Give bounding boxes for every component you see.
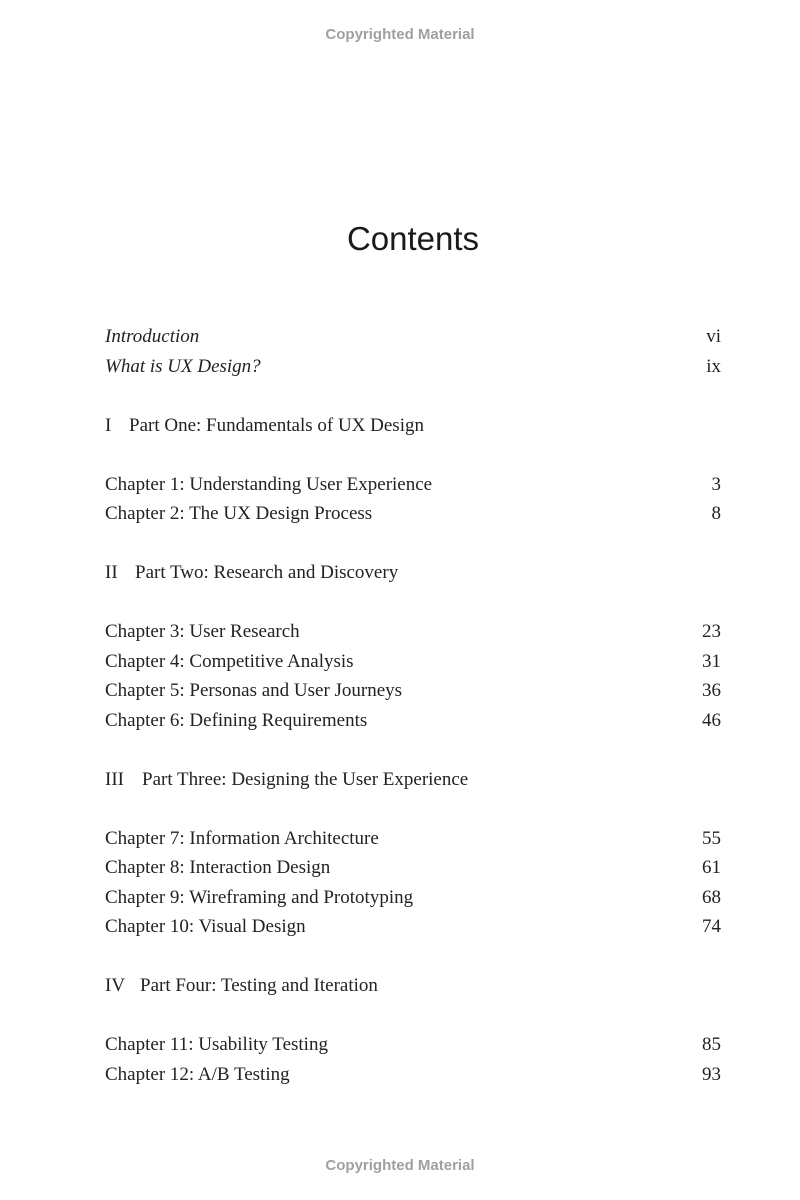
toc-entry-label: Introduction bbox=[105, 326, 200, 347]
toc-entry-label: Chapter 7: Information Architecture bbox=[105, 827, 379, 849]
copyright-watermark-bottom: Copyrighted Material bbox=[325, 1157, 475, 1174]
part-title: Part Two: Research and Discovery bbox=[135, 562, 399, 583]
toc-entry-page: ix bbox=[706, 355, 721, 377]
toc-entry-what-is-ux[interactable]: What is UX Design? ix bbox=[105, 352, 721, 382]
toc-entry-page: 23 bbox=[702, 621, 721, 642]
toc-entry-introduction[interactable]: Introduction vi bbox=[105, 322, 721, 352]
copyright-watermark-top: Copyrighted Material bbox=[325, 26, 475, 43]
toc-entry-page: 85 bbox=[702, 1034, 721, 1055]
toc-entry-label: Chapter 10: Visual Design bbox=[105, 916, 306, 937]
toc-entry-label: Chapter 4: Competitive Analysis bbox=[105, 650, 354, 672]
toc-entry-label: Chapter 6: Defining Requirements bbox=[105, 709, 368, 731]
toc-entry-label: Chapter 1: Understanding User Experience bbox=[105, 473, 433, 495]
toc-entry[interactable]: Chapter 10: Visual Design 74 bbox=[105, 912, 721, 942]
toc-entry-page: 8 bbox=[711, 503, 722, 524]
toc-entry[interactable]: Chapter 4: Competitive Analysis 31 bbox=[105, 647, 721, 677]
toc-entry[interactable]: Chapter 1: Understanding User Experience… bbox=[105, 470, 721, 500]
toc-entry[interactable]: Chapter 3: User Research 23 bbox=[105, 617, 721, 647]
toc-entry[interactable]: Chapter 6: Defining Requirements 46 bbox=[105, 706, 721, 736]
toc-entry-label: Chapter 12: A/B Testing bbox=[105, 1063, 290, 1085]
toc-entry-page: 46 bbox=[702, 709, 721, 731]
part-numeral: III bbox=[105, 768, 124, 790]
toc-entry[interactable]: Chapter 2: The UX Design Process 8 bbox=[105, 499, 721, 529]
toc-entry[interactable]: Chapter 12: A/B Testing 93 bbox=[105, 1060, 721, 1090]
toc-entry-page: 61 bbox=[702, 857, 721, 878]
toc-entry-page: vi bbox=[706, 326, 721, 347]
toc-entry[interactable]: Chapter 5: Personas and User Journeys 36 bbox=[105, 676, 721, 706]
toc-entry-page: 68 bbox=[702, 886, 721, 908]
toc-entry-page: 55 bbox=[702, 827, 721, 849]
part-numeral: IV bbox=[105, 975, 126, 996]
toc-entry[interactable]: Chapter 8: Interaction Design 61 bbox=[105, 853, 721, 883]
toc-entry-page: 31 bbox=[702, 650, 721, 672]
toc-entry-label: What is UX Design? bbox=[105, 355, 261, 377]
part-title: Part Four: Testing and Iteration bbox=[140, 975, 378, 996]
toc-part-heading[interactable]: I Part One: Fundamentals of UX Design bbox=[105, 411, 721, 441]
toc-part-heading[interactable]: II Part Two: Research and Discovery bbox=[105, 558, 721, 588]
toc-entry-label: Chapter 9: Wireframing and Prototyping bbox=[105, 886, 414, 908]
toc-part-heading[interactable]: IV Part Four: Testing and Iteration bbox=[105, 971, 721, 1001]
toc-entry[interactable]: Chapter 7: Information Architecture 55 bbox=[105, 824, 721, 854]
toc-entry[interactable]: Chapter 11: Usability Testing 85 bbox=[105, 1030, 721, 1060]
part-numeral: II bbox=[105, 562, 118, 583]
toc-entry-label: Chapter 3: User Research bbox=[105, 621, 300, 642]
page-title: Contents bbox=[346, 220, 480, 257]
part-title: Part One: Fundamentals of UX Design bbox=[129, 414, 424, 436]
toc-entry-page: 74 bbox=[702, 916, 721, 937]
toc-entry-page: 36 bbox=[702, 680, 721, 701]
part-numeral: I bbox=[105, 414, 112, 436]
toc-entry-page: 3 bbox=[711, 473, 722, 495]
table-of-contents: Introduction vi What is UX Design? ix IP… bbox=[105, 322, 721, 1089]
toc-entry[interactable]: Chapter 9: Wireframing and Prototyping 6… bbox=[105, 883, 721, 913]
toc-entry-label: Chapter 5: Personas and User Journeys bbox=[105, 680, 403, 701]
toc-part-heading[interactable]: III Part Three: Designing the User Experi… bbox=[105, 765, 721, 795]
toc-entry-label: Chapter 2: The UX Design Process bbox=[105, 503, 373, 524]
toc-entry-label: Chapter 11: Usability Testing bbox=[105, 1034, 328, 1055]
toc-entry-page: 93 bbox=[702, 1063, 721, 1085]
toc-entry-label: Chapter 8: Interaction Design bbox=[105, 857, 331, 878]
part-title: Part Three: Designing the User Experienc… bbox=[142, 768, 469, 790]
